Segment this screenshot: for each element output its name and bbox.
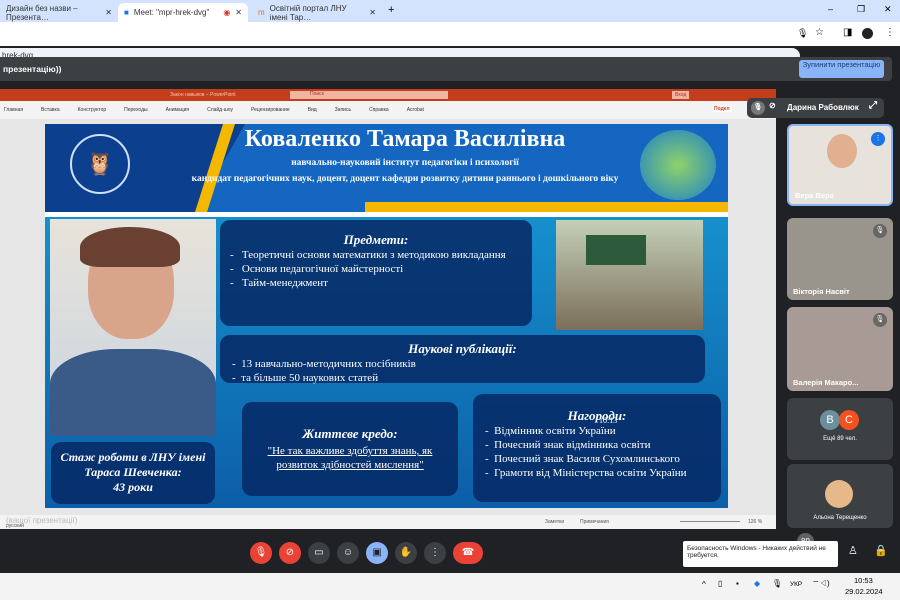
clock-date[interactable]: 29.02.2024: [845, 587, 883, 596]
emoji-button[interactable]: ☺: [337, 542, 359, 564]
subjects-panel: Предмети: - Теоретичні основи математики…: [220, 220, 532, 326]
credo-panel: Життєве кредо: "Не так важливе здобуття …: [242, 402, 458, 496]
presenting-banner: презентацію)): [0, 57, 892, 81]
sidepanel-icon[interactable]: ◨: [843, 27, 852, 38]
participant-tile[interactable]: 🎙 Вікторія Насвіт: [787, 218, 893, 300]
ribbon-tab[interactable]: Анимация: [166, 107, 189, 113]
awards-panel: Нагороди: 10:13 - Відмінник освіти Украї…: [473, 394, 721, 502]
meet-icon: ■: [124, 8, 129, 17]
institute-logo: [640, 130, 716, 200]
windows-taskbar: ^ ▯ ▪ ◆ 🎙 УКР ⌔◁) 10:53 29.02.2024: [0, 573, 900, 600]
notes-button[interactable]: Заметки: [545, 519, 564, 525]
profile-avatar[interactable]: [862, 28, 873, 39]
menu-icon[interactable]: ⋮: [885, 27, 895, 38]
participant-tile[interactable]: ⋮ Вера Вера: [787, 124, 893, 206]
portrait-photo: [50, 219, 216, 436]
ribbon-tab[interactable]: Справка: [369, 107, 389, 113]
slide-header: 🦉 Коваленко Тамара Василівна навчально-н…: [45, 124, 728, 212]
address-bar-row: hrek-dvg 🎙 ☆ ◨ ⋮: [0, 22, 900, 64]
more-options-button[interactable]: ⋮: [424, 542, 446, 564]
restore-button[interactable]: ❐: [857, 4, 865, 15]
ppt-ribbon: Главная Вставка Конструктор Переходы Анимаци…: [0, 101, 776, 119]
ribbon-tab[interactable]: Acrobat: [407, 107, 424, 113]
ribbon-tab[interactable]: Слайд-шоу: [207, 107, 233, 113]
university-logo: 🦉: [70, 134, 130, 194]
ppt-signin[interactable]: Вход: [672, 91, 690, 99]
ribbon-tab[interactable]: Запись: [335, 107, 351, 113]
speaking-icon: ⋮: [871, 132, 885, 146]
mic-off-icon: 🎙: [873, 224, 887, 238]
close-window-button[interactable]: ✕: [884, 4, 892, 15]
publications-panel: Наукові публікації: - 13 навчально-метод…: [220, 335, 705, 384]
ppt-title: Закон навыков – PowerPoint: [170, 92, 236, 98]
ppt-title-bar: Закон навыков – PowerPoint Поиск Вход: [0, 89, 776, 101]
zoom-slider[interactable]: [680, 521, 740, 522]
browser-tab-bar: Дизайн без назви – Презента… ✕ ■ Meet: "mp…: [0, 0, 900, 22]
camera-off-icon: ⊘: [769, 101, 776, 110]
ppt-search[interactable]: Поиск: [290, 91, 448, 99]
tab-portal[interactable]: m Освітній портал ЛНУ імені Тар… ✕: [252, 3, 382, 22]
ribbon-tab[interactable]: Главная: [4, 107, 23, 113]
minimize-button[interactable]: –: [828, 4, 833, 14]
slide-title: Коваленко Тамара Василівна: [244, 126, 566, 152]
others-tile[interactable]: В С Ещё 89 чел.: [787, 398, 893, 460]
ppt-status-bar: (вашої презентації) русский Заметки Прим…: [0, 515, 776, 529]
present-button[interactable]: ▣: [366, 542, 388, 564]
share-button[interactable]: Подел: [712, 106, 732, 112]
participant-tile[interactable]: Альона Терещенко: [787, 464, 893, 528]
mic-off-icon: 🎙: [873, 313, 887, 327]
new-tab-button[interactable]: +: [388, 4, 394, 16]
comments-button[interactable]: Примечания: [580, 519, 609, 525]
mic-icon[interactable]: 🎙: [772, 579, 782, 588]
language-indicator[interactable]: УКР: [790, 581, 802, 588]
network-icon[interactable]: ▪: [736, 579, 739, 588]
windows-notification[interactable]: Безопасность Windows - Никаких действий …: [683, 541, 838, 567]
pinned-participant-bar: 🎙 ⊘ Дарина Рабовлюк ⤢: [747, 98, 884, 118]
clock-time[interactable]: 10:53: [854, 576, 873, 585]
security-icon[interactable]: ◆: [754, 579, 760, 588]
slide: 🦉 Коваленко Тамара Василівна навчально-н…: [45, 124, 728, 508]
ribbon-tab[interactable]: Вид: [308, 107, 317, 113]
tenure-panel: Стаж роботи в ЛНУ імені Тараса Шевченка:…: [51, 442, 215, 504]
star-icon[interactable]: ☆: [815, 27, 824, 38]
avatar: [825, 480, 853, 508]
ribbon-tab[interactable]: Переходы: [124, 107, 147, 113]
raise-hand-button[interactable]: ✋: [395, 542, 417, 564]
close-icon[interactable]: ✕: [235, 8, 242, 17]
expand-icon[interactable]: ⤢: [869, 100, 877, 111]
captions-button[interactable]: ▭: [308, 542, 330, 564]
people-icon[interactable]: ♙: [848, 544, 858, 557]
ribbon-tab[interactable]: Рецензирование: [251, 107, 290, 113]
camera-toggle-button[interactable]: ⊘: [279, 542, 301, 564]
participant-tile[interactable]: 🎙 Валерія Макаро...: [787, 307, 893, 391]
recording-icon: ◉: [223, 8, 231, 17]
stop-presenting-button[interactable]: Зупинити презентацію: [799, 60, 884, 78]
ribbon-tab[interactable]: Конструктор: [78, 107, 107, 113]
wifi-volume-icon[interactable]: ⌔◁): [812, 579, 830, 589]
group-photo: [556, 220, 703, 330]
leave-call-button[interactable]: ☎: [453, 542, 483, 564]
mic-off-icon: 🎙: [751, 101, 765, 115]
ribbon-tab[interactable]: Вставка: [41, 107, 60, 113]
mic-icon[interactable]: 🎙: [797, 28, 808, 39]
close-icon[interactable]: ✕: [369, 8, 376, 17]
tray-chevron-icon[interactable]: ^: [702, 580, 706, 589]
close-icon[interactable]: ✕: [105, 8, 112, 17]
lock-icon[interactable]: 🔒: [874, 544, 888, 557]
tab-design[interactable]: Дизайн без назви – Презента… ✕: [0, 3, 118, 22]
mic-toggle-button[interactable]: 🎙: [250, 542, 272, 564]
usb-icon[interactable]: ▯: [718, 579, 722, 588]
portal-icon: m: [258, 8, 265, 17]
tab-meet[interactable]: ■ Meet: "mpr-hrek-dvg" ◉ ✕: [118, 3, 248, 22]
